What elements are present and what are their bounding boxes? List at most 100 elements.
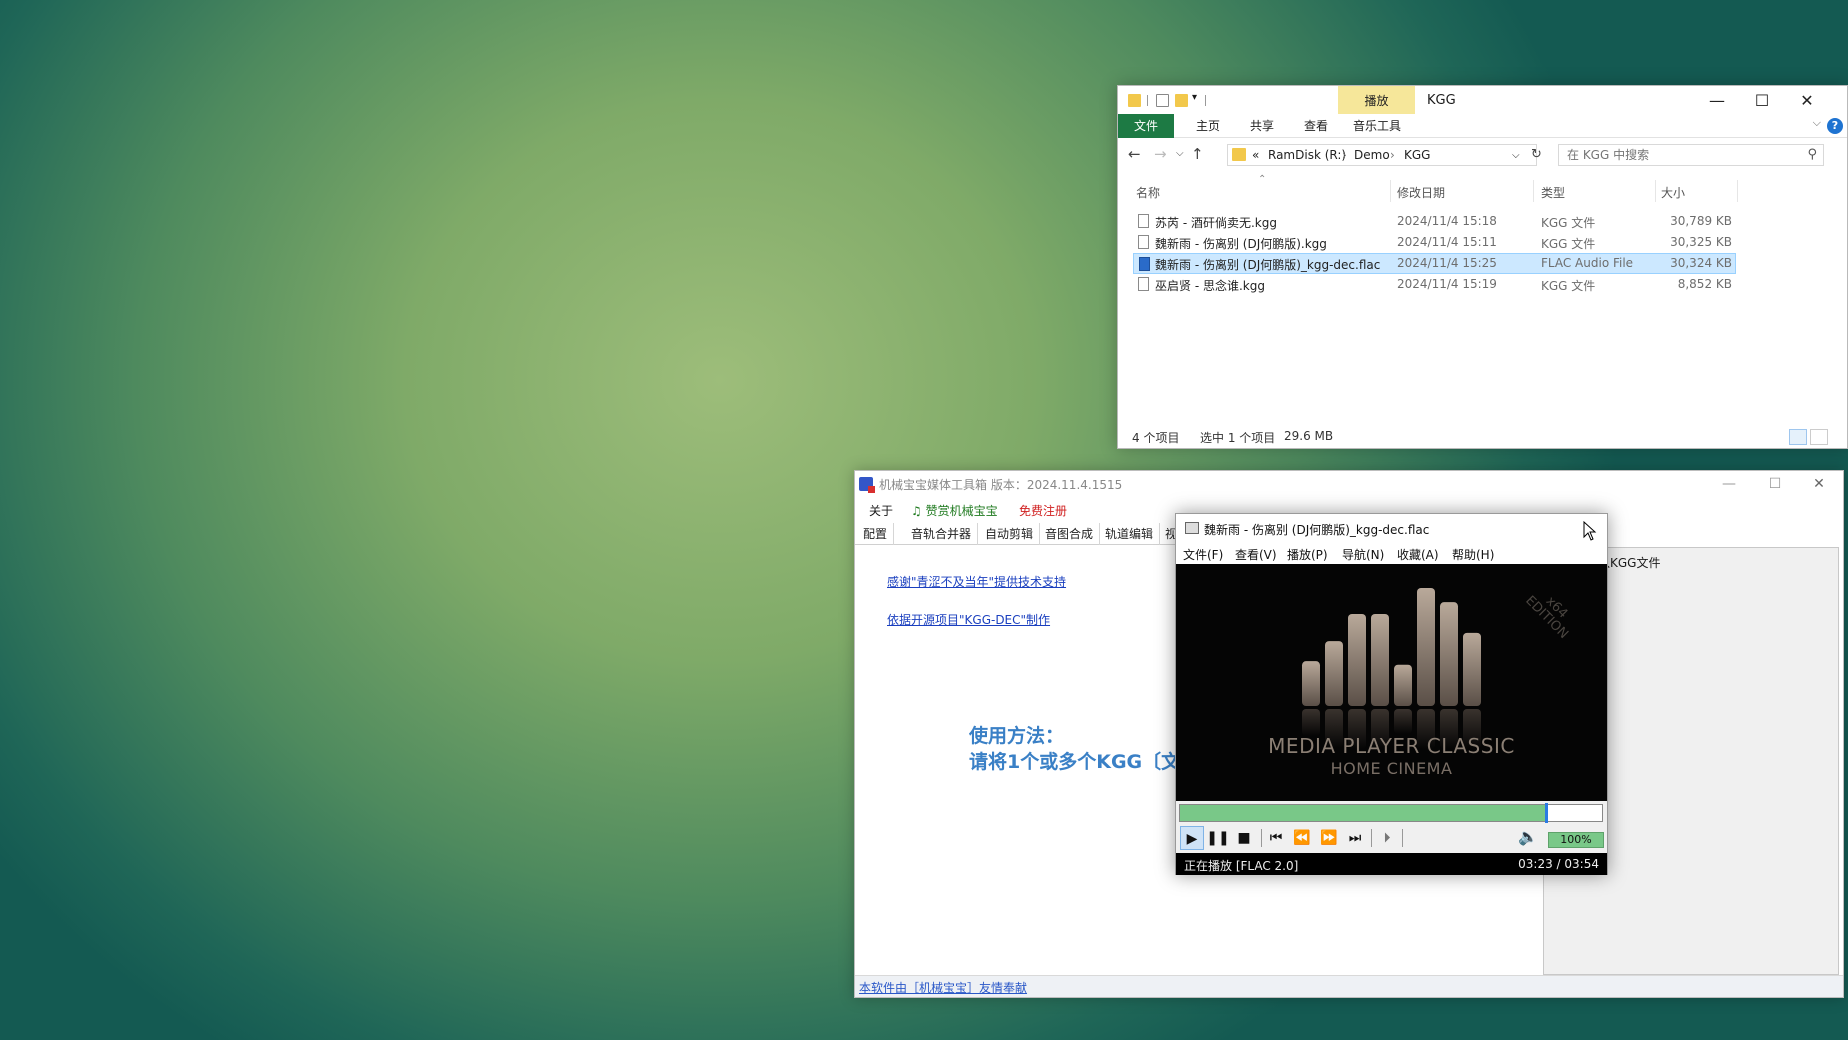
equalizer-bar [1325,641,1343,706]
previous-icon[interactable]: ⏮ [1264,826,1288,850]
rewind-icon[interactable]: ⏪ [1290,826,1314,850]
breadcrumb-separator-icon: › [1390,148,1395,162]
file-icon [1138,235,1149,249]
menu-about[interactable]: 关于 [869,502,893,519]
volume-slider[interactable]: 100% [1548,832,1604,848]
quick-access-dropdown-icon[interactable]: ▾ [1192,92,1197,103]
source-project-link[interactable]: 依据开源项目"KGG-DEC"制作 [887,611,1050,628]
column-header-name[interactable]: 名称 [1136,184,1160,201]
next-icon[interactable]: ⏭ [1343,826,1367,850]
file-type: KGG 文件 [1541,216,1596,230]
column-header-size[interactable]: 大小 [1661,184,1685,201]
expand-ribbon-icon[interactable]: ⌵ [1813,116,1821,130]
column-header-type[interactable]: 类型 [1541,184,1565,201]
tab-home[interactable]: 主页 [1182,114,1234,138]
controls-separator [1402,829,1403,847]
usage-heading: 使用方法： [969,725,1065,747]
up-arrow-icon[interactable]: ↑ [1191,145,1204,163]
back-arrow-icon[interactable]: ← [1128,145,1141,163]
tab-track-merger[interactable]: 音轨合并器 [905,523,979,545]
tab-share[interactable]: 共享 [1236,114,1288,138]
player-titlebar[interactable]: 魏新雨 - 伤离别 (DJ何鹏版)_kgg-dec.flac [1176,514,1607,542]
volume-icon[interactable]: 🔈 [1518,827,1538,846]
ribbon-tabs: 文件 主页 共享 查看 音乐工具 ⌵ ? [1118,114,1847,138]
menu-favorites[interactable]: 收藏(A) [1397,546,1439,563]
tab-config[interactable]: 配置 [857,523,895,545]
menu-like[interactable]: ♫ 赞赏机械宝宝 [911,502,998,519]
explorer-titlebar[interactable]: ▾ 播放 KGG — ☐ ✕ [1118,86,1847,114]
maximize-icon[interactable]: ☐ [1753,474,1797,494]
toolbox-tabs: 配置 音轨合并器 自动剪辑 音图合成 轨道编辑 视 [855,523,1185,545]
search-box[interactable]: ⚲ [1558,144,1824,166]
close-icon[interactable]: ✕ [1797,474,1841,494]
search-input[interactable] [1567,145,1787,165]
equalizer-bar-reflection [1302,709,1320,736]
toolbox-titlebar[interactable]: 机械宝宝媒体工具箱 版本：2024.11.4.1515 — ☐ ✕ [855,471,1843,497]
footer-credit-link[interactable]: 本软件由［机械宝宝］友情奉献 [859,979,1027,996]
file-size: 30,789 KB [1670,214,1732,228]
tab-track-edit[interactable]: 轨道编辑 [1099,523,1161,545]
file-type: KGG 文件 [1541,237,1596,251]
tab-auto-clip[interactable]: 自动剪辑 [979,523,1041,545]
details-view-icon[interactable] [1789,429,1807,445]
controls-separator [1261,829,1262,847]
refresh-icon[interactable]: ↻ [1531,147,1542,162]
column-header-date[interactable]: 修改日期 [1397,184,1445,201]
toolbox-footer: 本软件由［机械宝宝］友情奉献 [855,975,1843,997]
tab-view[interactable]: 查看 [1290,114,1342,138]
file-row[interactable]: 魏新雨 - 伤离别 (DJ何鹏版).kgg 2024/11/4 15:11 KG… [1133,232,1736,253]
menu-play[interactable]: 播放(P) [1287,546,1328,563]
address-bar[interactable]: « RamDisk (R:) › Demo › KGG ⌵ [1227,144,1537,166]
column-separator[interactable] [1737,180,1738,202]
recent-locations-icon[interactable]: ⌵ [1176,148,1184,159]
pause-icon[interactable]: ❚❚ [1206,826,1230,850]
stop-icon[interactable]: ■ [1232,826,1256,850]
menu-file[interactable]: 文件(F) [1183,546,1223,563]
properties-icon[interactable] [1156,94,1169,107]
menu-register[interactable]: 免费注册 [1019,502,1067,519]
help-icon[interactable]: ? [1827,118,1843,134]
seek-bar[interactable] [1179,803,1603,823]
maximize-icon[interactable]: ☐ [1740,90,1784,112]
flac-file-icon [1139,257,1150,271]
ribbon-context-tab[interactable]: 播放 [1338,86,1415,114]
file-name: 魏新雨 - 伤离别 (DJ何鹏版)_kgg-dec.flac [1155,258,1381,272]
equalizer-bar [1417,588,1435,706]
breadcrumb-kgg[interactable]: KGG [1404,148,1430,162]
menu-help[interactable]: 帮助(H) [1452,546,1494,563]
file-row-selected[interactable]: 魏新雨 - 伤离别 (DJ何鹏版)_kgg-dec.flac 2024/11/4… [1133,253,1736,274]
close-icon[interactable]: ✕ [1785,90,1829,112]
tab-image-audio[interactable]: 音图合成 [1039,523,1101,545]
column-separator[interactable] [1655,180,1656,202]
app-icon [859,477,875,493]
tab-music-tools[interactable]: 音乐工具 [1344,114,1410,138]
column-separator[interactable] [1533,180,1534,202]
frame-step-icon[interactable]: ⏵ [1375,826,1399,850]
play-icon[interactable]: ▶ [1180,826,1204,850]
column-separator[interactable] [1390,180,1391,202]
large-icons-view-icon[interactable] [1810,429,1828,445]
menu-view[interactable]: 查看(V) [1235,546,1277,563]
status-bar: 4 个项目 选中 1 个项目 29.6 MB [1118,426,1847,448]
breadcrumb-ramdisk[interactable]: RamDisk (R:) [1268,148,1346,162]
file-row[interactable]: 苏芮 - 酒矸倘卖无.kgg 2024/11/4 15:18 KGG 文件 30… [1133,211,1736,232]
file-name: 魏新雨 - 伤离别 (DJ何鹏版).kgg [1155,237,1327,251]
window-title: 机械宝宝媒体工具箱 版本：2024.11.4.1515 [879,478,1123,492]
search-icon[interactable]: ⚲ [1807,147,1817,162]
fast-forward-icon[interactable]: ⏩ [1317,826,1341,850]
breadcrumb-demo[interactable]: Demo [1354,148,1390,162]
quick-access-separator [1205,95,1206,106]
address-dropdown-icon[interactable]: ⌵ [1512,150,1520,161]
tab-file[interactable]: 文件 [1118,114,1174,138]
seek-thumb[interactable] [1544,803,1548,823]
file-row[interactable]: 巫启贤 - 思念谁.kgg 2024/11/4 15:19 KGG 文件 8,8… [1133,274,1736,295]
forward-arrow-icon[interactable]: → [1154,145,1167,163]
thanks-link[interactable]: 感谢"青涩不及当年"提供技术支持 [887,573,1066,590]
video-area[interactable]: x64 EDITION MEDIA PLAYER CLASSIC HOME CI… [1176,564,1607,801]
menu-navigate[interactable]: 导航(N) [1342,546,1384,563]
column-headers: ⌃ 名称 修改日期 类型 大小 [1118,174,1847,202]
minimize-icon[interactable]: — [1695,90,1739,112]
minimize-icon[interactable]: — [1707,474,1751,494]
breadcrumb-overflow[interactable]: « [1252,148,1259,162]
new-folder-icon[interactable] [1175,94,1188,107]
